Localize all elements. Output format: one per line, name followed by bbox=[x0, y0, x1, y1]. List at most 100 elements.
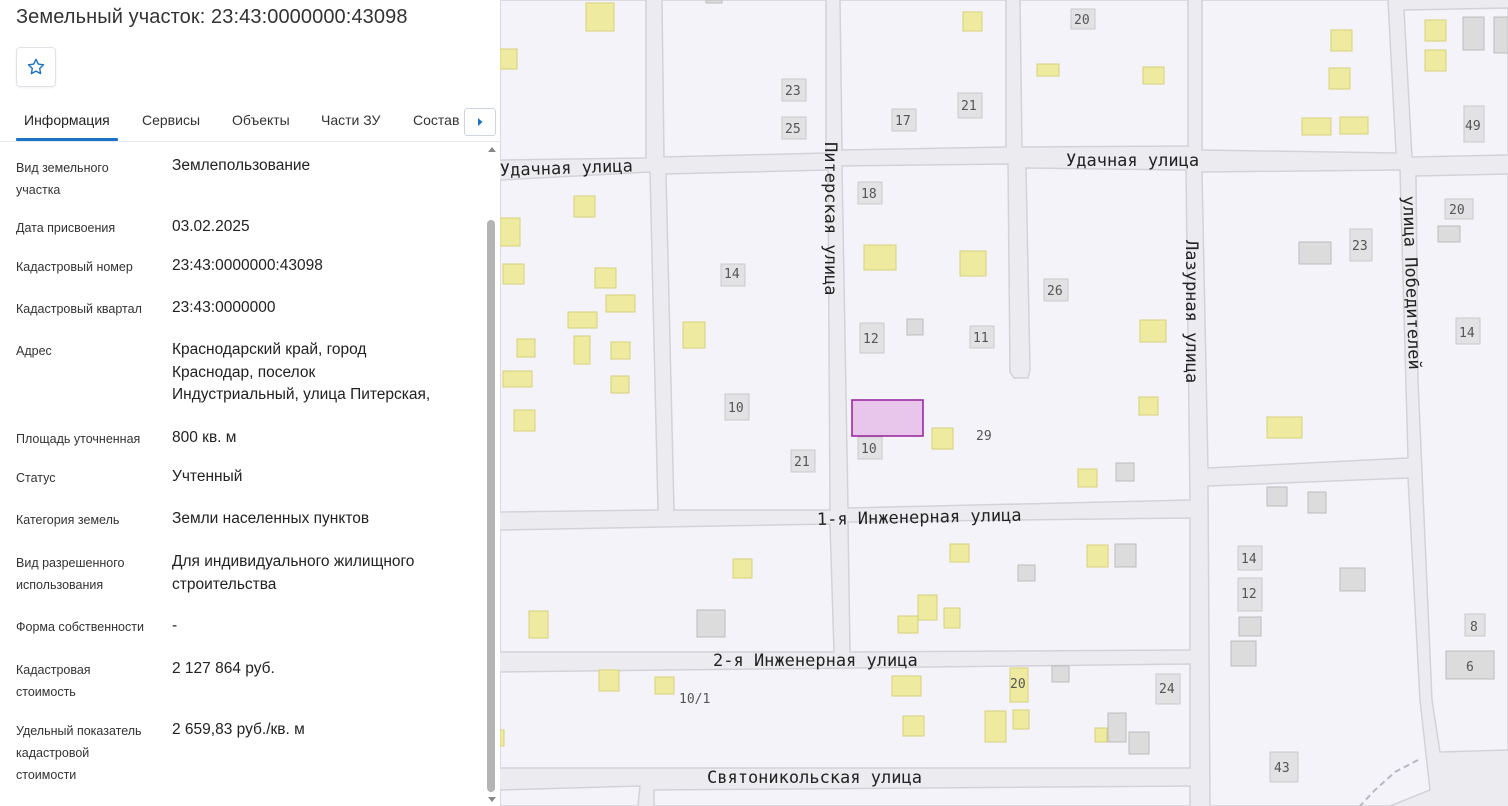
building bbox=[962, 11, 983, 32]
selected-parcel[interactable] bbox=[851, 399, 924, 437]
building bbox=[598, 669, 620, 692]
tab-objects[interactable]: Объекты bbox=[232, 112, 290, 128]
building bbox=[696, 609, 726, 638]
properties-list: Вид земельного участка Землепользование Д… bbox=[0, 142, 484, 806]
building bbox=[1437, 225, 1461, 243]
block bbox=[500, 785, 641, 806]
row-label-cadastral-number: Кадастровый номер bbox=[16, 260, 133, 274]
house-number: 14 bbox=[1459, 326, 1475, 341]
scrollbar-thumb[interactable] bbox=[487, 220, 495, 792]
row-value-address: Краснодарский край, город Краснодар, посе… bbox=[172, 341, 431, 403]
row-label-ownership: Форма собственности bbox=[16, 620, 144, 634]
house-number: 12 bbox=[1241, 587, 1257, 602]
favorite-button[interactable] bbox=[16, 47, 56, 87]
building bbox=[1086, 544, 1109, 568]
row-label-status: Статус bbox=[16, 471, 56, 485]
scroll-down-arrow[interactable] bbox=[488, 797, 496, 802]
row-label-cadastral-quarter: Кадастровый квартал bbox=[16, 302, 142, 316]
building bbox=[943, 607, 961, 629]
building bbox=[1339, 567, 1366, 592]
house-number: 10/1 bbox=[679, 692, 710, 707]
house-number: 20 bbox=[1449, 203, 1465, 218]
building bbox=[1077, 468, 1098, 488]
building bbox=[682, 321, 706, 349]
info-panel: Земельный участок: 23:43:0000000:43098 И… bbox=[0, 0, 500, 806]
house-number: 6 bbox=[1466, 660, 1474, 675]
row-value-ownership: - bbox=[172, 617, 178, 634]
house-number: 23 bbox=[1352, 239, 1368, 254]
building bbox=[897, 615, 919, 634]
row-label-area: Площадь уточненная bbox=[16, 432, 141, 446]
house-number: 43 bbox=[1274, 761, 1290, 776]
building bbox=[1462, 16, 1485, 51]
row-value-permitted-use: Для индивидуального жилищного строительст… bbox=[172, 553, 415, 593]
house-number: 24 bbox=[1159, 682, 1175, 697]
house-number: 12 bbox=[863, 332, 879, 347]
house-number: 29 bbox=[976, 429, 992, 444]
star-outline-icon bbox=[27, 58, 45, 75]
building bbox=[1424, 49, 1447, 72]
building bbox=[1017, 564, 1036, 582]
block bbox=[653, 785, 1191, 806]
building bbox=[705, 0, 723, 4]
building bbox=[500, 48, 518, 70]
building bbox=[1230, 640, 1257, 667]
house-number: 49 bbox=[1465, 119, 1481, 134]
row-value-cadastral-value: 2 127 864 руб. bbox=[172, 660, 275, 677]
building bbox=[528, 610, 549, 639]
building bbox=[931, 427, 954, 450]
row-label-land-type: Вид земельного участка bbox=[16, 161, 109, 197]
house-number: 20 bbox=[1010, 677, 1026, 692]
row-label-unit-value: Удельный показатель кадастровой стоимости bbox=[16, 724, 142, 782]
building bbox=[1115, 462, 1135, 482]
active-tab-indicator bbox=[16, 138, 118, 141]
building bbox=[513, 409, 536, 432]
scroll-up-arrow[interactable] bbox=[488, 147, 496, 152]
building bbox=[1142, 66, 1165, 85]
house-number: 10 bbox=[861, 442, 877, 457]
row-label-cadastral-value: Кадастровая стоимость bbox=[16, 663, 91, 699]
building bbox=[891, 675, 922, 697]
house-number: 14 bbox=[724, 267, 740, 282]
block bbox=[1403, 7, 1508, 158]
row-label-permitted-use: Вид разрешенного использования bbox=[16, 556, 125, 592]
building bbox=[949, 543, 970, 563]
row-value-cadastral-quarter: 23:43:0000000 bbox=[172, 299, 276, 316]
tabs-next-button[interactable] bbox=[464, 108, 496, 136]
building bbox=[1301, 117, 1332, 136]
map-canvas[interactable]: Удачная улица Удачная улица Питерская ул… bbox=[500, 0, 1508, 806]
building bbox=[1238, 616, 1262, 637]
block bbox=[841, 163, 1191, 509]
building bbox=[1424, 19, 1447, 42]
building bbox=[732, 558, 753, 579]
building bbox=[585, 2, 615, 32]
house-number: 18 bbox=[861, 187, 877, 202]
tab-information[interactable]: Информация bbox=[24, 112, 110, 128]
tab-services[interactable]: Сервисы bbox=[142, 112, 200, 128]
row-value-unit-value: 2 659,83 руб./кв. м bbox=[172, 721, 305, 738]
block bbox=[500, 0, 647, 161]
building bbox=[1107, 712, 1127, 743]
tab-composition[interactable]: Состав bbox=[413, 112, 459, 128]
street-label-inzhenernaya-2: 2-я Инженерная улица bbox=[713, 651, 918, 671]
row-label-address: Адрес bbox=[16, 344, 52, 358]
building bbox=[500, 729, 505, 747]
row-value-cadastral-number: 23:43:0000000:43098 bbox=[172, 257, 323, 274]
building bbox=[959, 250, 987, 277]
building bbox=[902, 715, 925, 737]
building bbox=[984, 710, 1007, 743]
building bbox=[500, 217, 521, 247]
building bbox=[516, 338, 536, 358]
tab-parts[interactable]: Части ЗУ bbox=[321, 112, 380, 128]
map-view[interactable]: Удачная улица Удачная улица Питерская ул… bbox=[500, 0, 1508, 806]
building bbox=[594, 267, 617, 289]
tab-bar: Информация Сервисы Объекты Части ЗУ Сост… bbox=[0, 98, 500, 142]
building bbox=[502, 370, 533, 388]
row-value-area: 800 кв. м bbox=[172, 429, 237, 446]
building bbox=[1114, 543, 1137, 568]
house-number: 20 bbox=[1074, 13, 1090, 28]
house-number: 25 bbox=[785, 122, 801, 137]
house-number: 21 bbox=[961, 99, 977, 114]
building bbox=[1138, 396, 1159, 416]
house-number: 23 bbox=[785, 84, 801, 99]
